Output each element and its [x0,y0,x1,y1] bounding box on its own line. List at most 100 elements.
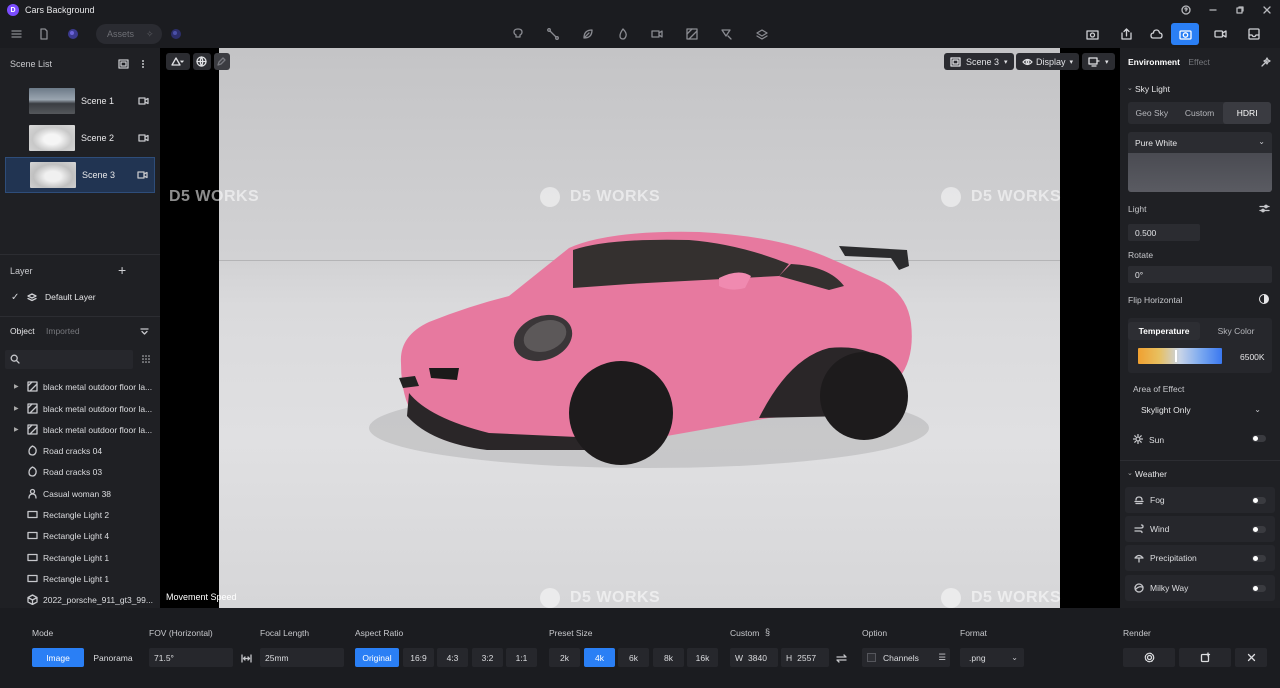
magic-wand-icon[interactable] [1260,56,1272,68]
expand-icon[interactable]: ▶ [14,405,26,412]
sun-toggle[interactable] [1252,435,1266,442]
expand-icon[interactable]: ▶ [14,426,26,433]
focal-length-input[interactable]: 25mm [260,648,344,667]
preset-16k[interactable]: 16k [687,648,718,667]
upload-cloud-icon[interactable] [1142,23,1170,45]
camera-icon[interactable] [136,170,148,180]
fov-input[interactable]: 71.5° [149,648,233,667]
search-input[interactable] [5,350,133,369]
aspect-3-2[interactable]: 3:2 [472,648,503,667]
scene-item-1[interactable]: Scene 1 [5,83,155,119]
temperature-slider[interactable] [1138,348,1222,364]
sky-mode-custom[interactable]: Custom [1176,102,1224,124]
camera-icon[interactable] [137,133,149,143]
transform-button[interactable] [166,53,190,70]
restore-button[interactable] [1226,0,1253,20]
sphere-icon[interactable] [166,24,186,44]
list-item[interactable]: Road cracks 04 [0,440,160,461]
wind-toggle[interactable] [1252,526,1266,533]
collapse-icon[interactable]: ⌄ [1127,469,1133,477]
assets-button[interactable]: Assets ✧ [96,24,162,44]
inbox-icon[interactable] [1240,23,1268,45]
more-icon[interactable] [138,58,148,70]
display-dropdown[interactable]: Display ▾ [1016,53,1080,70]
mode-image-button[interactable]: Image [32,648,84,667]
light-value-input[interactable]: 0.500 [1128,224,1200,241]
add-scene-icon[interactable] [117,58,129,70]
expand-icon[interactable]: ▶ [14,383,26,390]
tab-environment[interactable]: Environment [1128,57,1180,67]
sky-mode-geo[interactable]: Geo Sky [1128,102,1176,124]
bulb-icon[interactable] [508,24,528,44]
rotate-value-input[interactable]: 0° [1128,266,1272,283]
camera-icon[interactable] [137,96,149,106]
format-dropdown[interactable]: .png ⌄ [960,648,1024,667]
render-add-button[interactable] [1179,648,1231,667]
viewport[interactable]: D5 WORKS D5 WORKS D5 WORKS D5 WORKS D5 W… [160,48,1120,608]
render-image-icon[interactable] [1171,23,1199,45]
width-arrows-icon[interactable] [239,652,253,664]
scene-item-2[interactable]: Scene 2 [5,120,155,156]
tab-sky-color[interactable]: Sky Color [1200,322,1272,340]
channels-checkbox[interactable] [867,653,876,662]
view-options-dropdown[interactable]: ▾ [1082,53,1115,70]
precipitation-toggle[interactable] [1252,555,1266,562]
preset-2k[interactable]: 2k [549,648,580,667]
minimize-button[interactable] [1199,0,1226,20]
list-item[interactable]: ▶ black metal outdoor floor la... [0,376,160,397]
tab-imported[interactable]: Imported [46,326,80,336]
preset-6k[interactable]: 6k [618,648,649,667]
add-layer-icon[interactable]: + [118,262,126,278]
sky-mode-hdri[interactable]: HDRI [1223,102,1272,124]
particle-icon[interactable] [613,24,633,44]
height-input[interactable]: H 2557 [781,648,829,667]
leaf-icon[interactable] [578,24,598,44]
grid-view-icon[interactable] [140,353,152,365]
default-layer-label[interactable]: Default Layer [45,292,96,302]
aspect-4-3[interactable]: 4:3 [437,648,468,667]
path-icon[interactable] [543,24,563,44]
list-item[interactable]: Rectangle Light 1 [0,547,160,568]
preset-8k[interactable]: 8k [653,648,684,667]
width-input[interactable]: W 3840 [730,648,778,667]
menu-icon[interactable] [6,24,26,44]
aspect-16-9[interactable]: 16:9 [403,648,434,667]
flip-toggle-icon[interactable] [1259,294,1269,304]
brush-icon[interactable] [717,24,737,44]
list-item[interactable]: Rectangle Light 2 [0,504,160,525]
list-item[interactable]: ▶ black metal outdoor floor la... [0,419,160,440]
adjust-icon[interactable] [1258,203,1270,213]
file-icon[interactable] [34,24,54,44]
edit-button[interactable] [214,53,230,70]
aspect-original[interactable]: Original [355,648,399,667]
list-item[interactable]: Rectangle Light 1 [0,568,160,589]
tab-temperature[interactable]: Temperature [1128,322,1200,340]
render-canvas[interactable] [219,48,1060,608]
hdri-selector[interactable]: Pure White ⌄ [1128,132,1272,192]
link-icon[interactable]: § [765,627,770,637]
list-item[interactable]: 2022_porsche_911_gt3_99... [0,589,160,610]
tab-effect[interactable]: Effect [1188,57,1210,67]
list-item[interactable]: Road cracks 03 [0,461,160,482]
list-item[interactable]: ▶ black metal outdoor floor la... [0,398,160,419]
close-window-button[interactable] [1253,0,1280,20]
export-icon[interactable] [1112,23,1140,45]
close-render-button[interactable] [1235,648,1267,667]
milky-way-toggle[interactable] [1252,585,1266,592]
aspect-1-1[interactable]: 1:1 [506,648,537,667]
help-icon[interactable] [1172,0,1199,20]
render-settings-button[interactable] [1123,648,1175,667]
globe-button[interactable] [193,53,211,70]
list-item[interactable]: Rectangle Light 4 [0,525,160,546]
preset-4k[interactable]: 4k [584,648,615,667]
filter-icon[interactable] [139,326,149,336]
list-item[interactable]: Casual woman 38 [0,483,160,504]
video-tool-icon[interactable] [647,24,667,44]
slider-handle[interactable] [1175,350,1177,362]
tab-object[interactable]: Object [10,326,35,336]
area-of-effect-dropdown[interactable]: Skylight Only ⌄ [1133,401,1267,418]
texture-icon[interactable] [682,24,702,44]
layers-tool-icon[interactable] [752,24,772,44]
material-icon[interactable] [63,24,83,44]
fog-toggle[interactable] [1252,497,1266,504]
